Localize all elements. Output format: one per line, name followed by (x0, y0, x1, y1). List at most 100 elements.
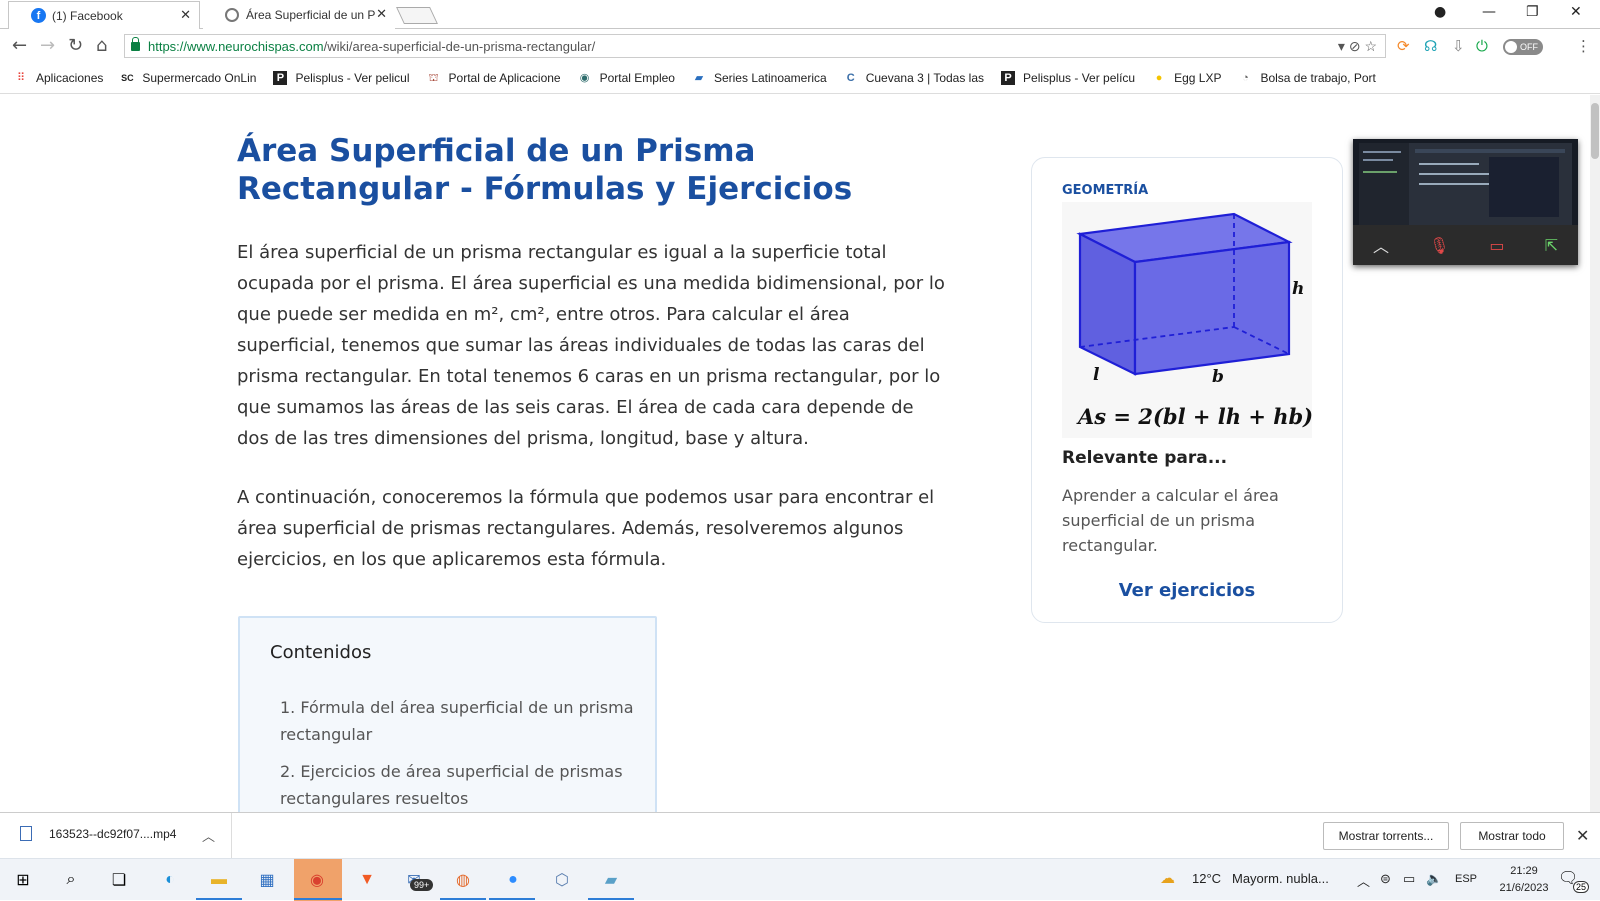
weather-description[interactable]: Mayorm. nubla... (1232, 871, 1329, 886)
chrome-icon[interactable]: ◉ (304, 867, 330, 893)
page-scrollbar[interactable] (1590, 95, 1600, 812)
headphones-icon[interactable]: ☊ (1424, 37, 1437, 55)
extension-toggle[interactable]: OFF (1503, 39, 1543, 55)
edge-icon[interactable]: ◐ (157, 867, 183, 893)
download-icon[interactable]: ⇩ (1452, 37, 1465, 55)
scroll-thumb[interactable] (1591, 103, 1599, 159)
new-tab-button[interactable] (396, 7, 438, 24)
bookmark-label: Egg LXP (1174, 71, 1222, 85)
windows-start-icon[interactable]: ⊞ (10, 867, 36, 893)
bookmark-star-icon[interactable]: ▾ ⊘ ☆ (1338, 38, 1377, 55)
bookmark-series[interactable]: ▰ Series Latinoamerica (692, 71, 827, 85)
close-tab-icon[interactable]: ✕ (376, 7, 387, 22)
bookmark-pelisplus-2[interactable]: P Pelisplus - Ver pelícu (1001, 71, 1135, 85)
cuevana-icon: C (846, 72, 855, 84)
search-icon[interactable]: ⌕ (58, 867, 84, 893)
bookmark-label: Series Latinoamerica (713, 71, 827, 85)
chevron-up-icon[interactable]: ︿ (202, 826, 215, 845)
egg-icon: ● (1155, 72, 1163, 84)
toc-item[interactable]: 2. Ejercicios de área superficial de pri… (280, 758, 640, 812)
empleo-icon: ◉ (579, 72, 590, 84)
tab-strip: f (1) Facebook ✕ Área Superficial de un … (0, 0, 1600, 29)
tab-facebook[interactable]: f (1) Facebook ✕ (8, 1, 200, 29)
tab-title: (1) Facebook (52, 8, 123, 23)
camera-off-icon[interactable]: ▭ (1489, 236, 1504, 255)
bookmark-portal-aplicaciones[interactable]: ⛫ Portal de Aplicacione (427, 71, 561, 85)
ver-ejercicios-link[interactable]: Ver ejercicios (1032, 580, 1342, 601)
video-call-overlay[interactable]: ︿ 🎙 ▭ ⇱ (1353, 139, 1578, 265)
close-window-icon[interactable]: ✕ (1570, 4, 1582, 20)
torrent-icon[interactable]: ◍ (450, 867, 476, 893)
file-icon (20, 826, 32, 841)
close-icon[interactable]: ✕ (1576, 826, 1589, 846)
toc-item[interactable]: 1. Fórmula del área superficial de un pr… (280, 694, 640, 748)
bookmark-label: Portal de Aplicacione (448, 71, 561, 85)
intro-paragraph: El área superficial de un prisma rectang… (237, 242, 945, 449)
page-content: Área Superficial de un Prisma Rectangula… (0, 95, 1590, 812)
bookmark-label: Bolsa de trabajo, Port (1260, 71, 1376, 85)
mic-muted-icon[interactable]: 🎙 (1429, 236, 1449, 255)
download-bar: 163523--dc92f07....mp4 ︿ Mostrar torrent… (0, 812, 1600, 859)
home-icon[interactable]: ⌂ (96, 35, 107, 56)
volume-icon[interactable]: 🔈 (1426, 871, 1442, 887)
page-title: Área Superficial de un Prisma Rectangula… (237, 133, 853, 207)
task-view-icon[interactable]: ❏ (106, 867, 132, 893)
power-icon[interactable]: ⏻ (1476, 37, 1488, 55)
tab-neurochispas[interactable]: Área Superficial de un Pri ✕ (203, 1, 395, 29)
navigation-bar: ← → ↻ ⌂ https://www.neurochispas.com/wik… (0, 29, 1600, 63)
show-all-button[interactable]: Mostrar todo (1460, 822, 1564, 850)
bookmark-bolsa[interactable]: ◔ Bolsa de trabajo, Port (1238, 71, 1376, 85)
bookmark-supermercado[interactable]: SC Supermercado OnLin (120, 71, 256, 85)
tab-title: Área Superficial de un Pri (246, 8, 376, 22)
display-icon[interactable]: ▭ (1403, 871, 1415, 887)
share-screen-icon[interactable]: ⇱ (1545, 236, 1558, 255)
url-path: /wiki/area-superficial-de-un-prisma-rect… (323, 38, 596, 54)
zoom-icon[interactable]: ● (500, 867, 526, 893)
toc-title: Contenidos (270, 642, 372, 663)
app-icon[interactable]: ▰ (598, 867, 624, 893)
label-l: l (1093, 365, 1100, 385)
network-icon[interactable]: ⊜ (1380, 871, 1391, 887)
forward-icon[interactable]: → (40, 35, 55, 56)
restore-icon[interactable]: ❐ (1526, 4, 1539, 20)
language-indicator[interactable]: ESP (1455, 873, 1477, 885)
address-bar[interactable]: https://www.neurochispas.com/wiki/area-s… (124, 34, 1386, 58)
bookmark-egg[interactable]: ● Egg LXP (1152, 71, 1222, 85)
minimize-icon[interactable]: — (1482, 4, 1496, 20)
prism-diagram: h l b As = 2(bl + lh + hb) (1062, 202, 1313, 438)
clock-time: 21:29 (1510, 865, 1538, 877)
store-icon[interactable]: ▦ (254, 867, 280, 893)
download-item[interactable]: 163523--dc92f07....mp4 (20, 826, 176, 841)
bookmark-pelisplus[interactable]: P Pelisplus - Ver pelicul (273, 71, 410, 85)
clock-date: 21/6/2023 (1499, 882, 1549, 894)
second-paragraph: A continuación, conoceremos la fórmula q… (237, 487, 935, 570)
brave-icon[interactable]: ▼ (354, 867, 380, 893)
show-torrents-button[interactable]: Mostrar torrents... (1323, 822, 1449, 850)
close-tab-icon[interactable]: ✕ (180, 8, 191, 23)
table-of-contents: Contenidos 1. Fórmula del área superfici… (238, 616, 657, 812)
menu-icon[interactable]: ⋮ (1576, 37, 1591, 55)
chevron-up-icon[interactable]: ︿ (1373, 233, 1389, 257)
weather-icon[interactable]: ☁ (1160, 869, 1175, 887)
label-h: h (1292, 279, 1304, 299)
shared-screen-thumbnail (1359, 143, 1572, 225)
extension-icon[interactable]: ⟳ (1397, 37, 1410, 55)
relevant-title: Relevante para... (1062, 448, 1228, 468)
surface-area-formula: As = 2(bl + lh + hb) (1076, 404, 1312, 429)
mail-badge: 99+ (410, 879, 434, 891)
clock[interactable]: 21:29 21/6/2023 (1494, 863, 1554, 897)
screen-preview (1359, 143, 1565, 225)
bookmark-label: Pelisplus - Ver pelícu (1023, 71, 1136, 85)
file-explorer-icon[interactable]: ▬ (206, 867, 232, 893)
back-icon[interactable]: ← (12, 35, 27, 56)
virtualbox-icon[interactable]: ⬡ (549, 867, 575, 893)
profile-icon[interactable]: ● (1434, 4, 1446, 20)
tray-chevron-icon[interactable]: ︿ (1357, 871, 1370, 890)
bookmark-cuevana[interactable]: C Cuevana 3 | Todas las (844, 71, 984, 85)
bookmark-aplicaciones[interactable]: ⠿ Aplicaciones (14, 71, 103, 85)
bookmark-label: Supermercado OnLin (142, 71, 257, 85)
bookmark-portal-empleo[interactable]: ◉ Portal Empleo (578, 71, 675, 85)
weather-temp[interactable]: 12°C (1192, 871, 1221, 886)
relevant-description: Aprender a calcular el área superficial … (1062, 486, 1279, 555)
reload-icon[interactable]: ↻ (68, 35, 83, 56)
